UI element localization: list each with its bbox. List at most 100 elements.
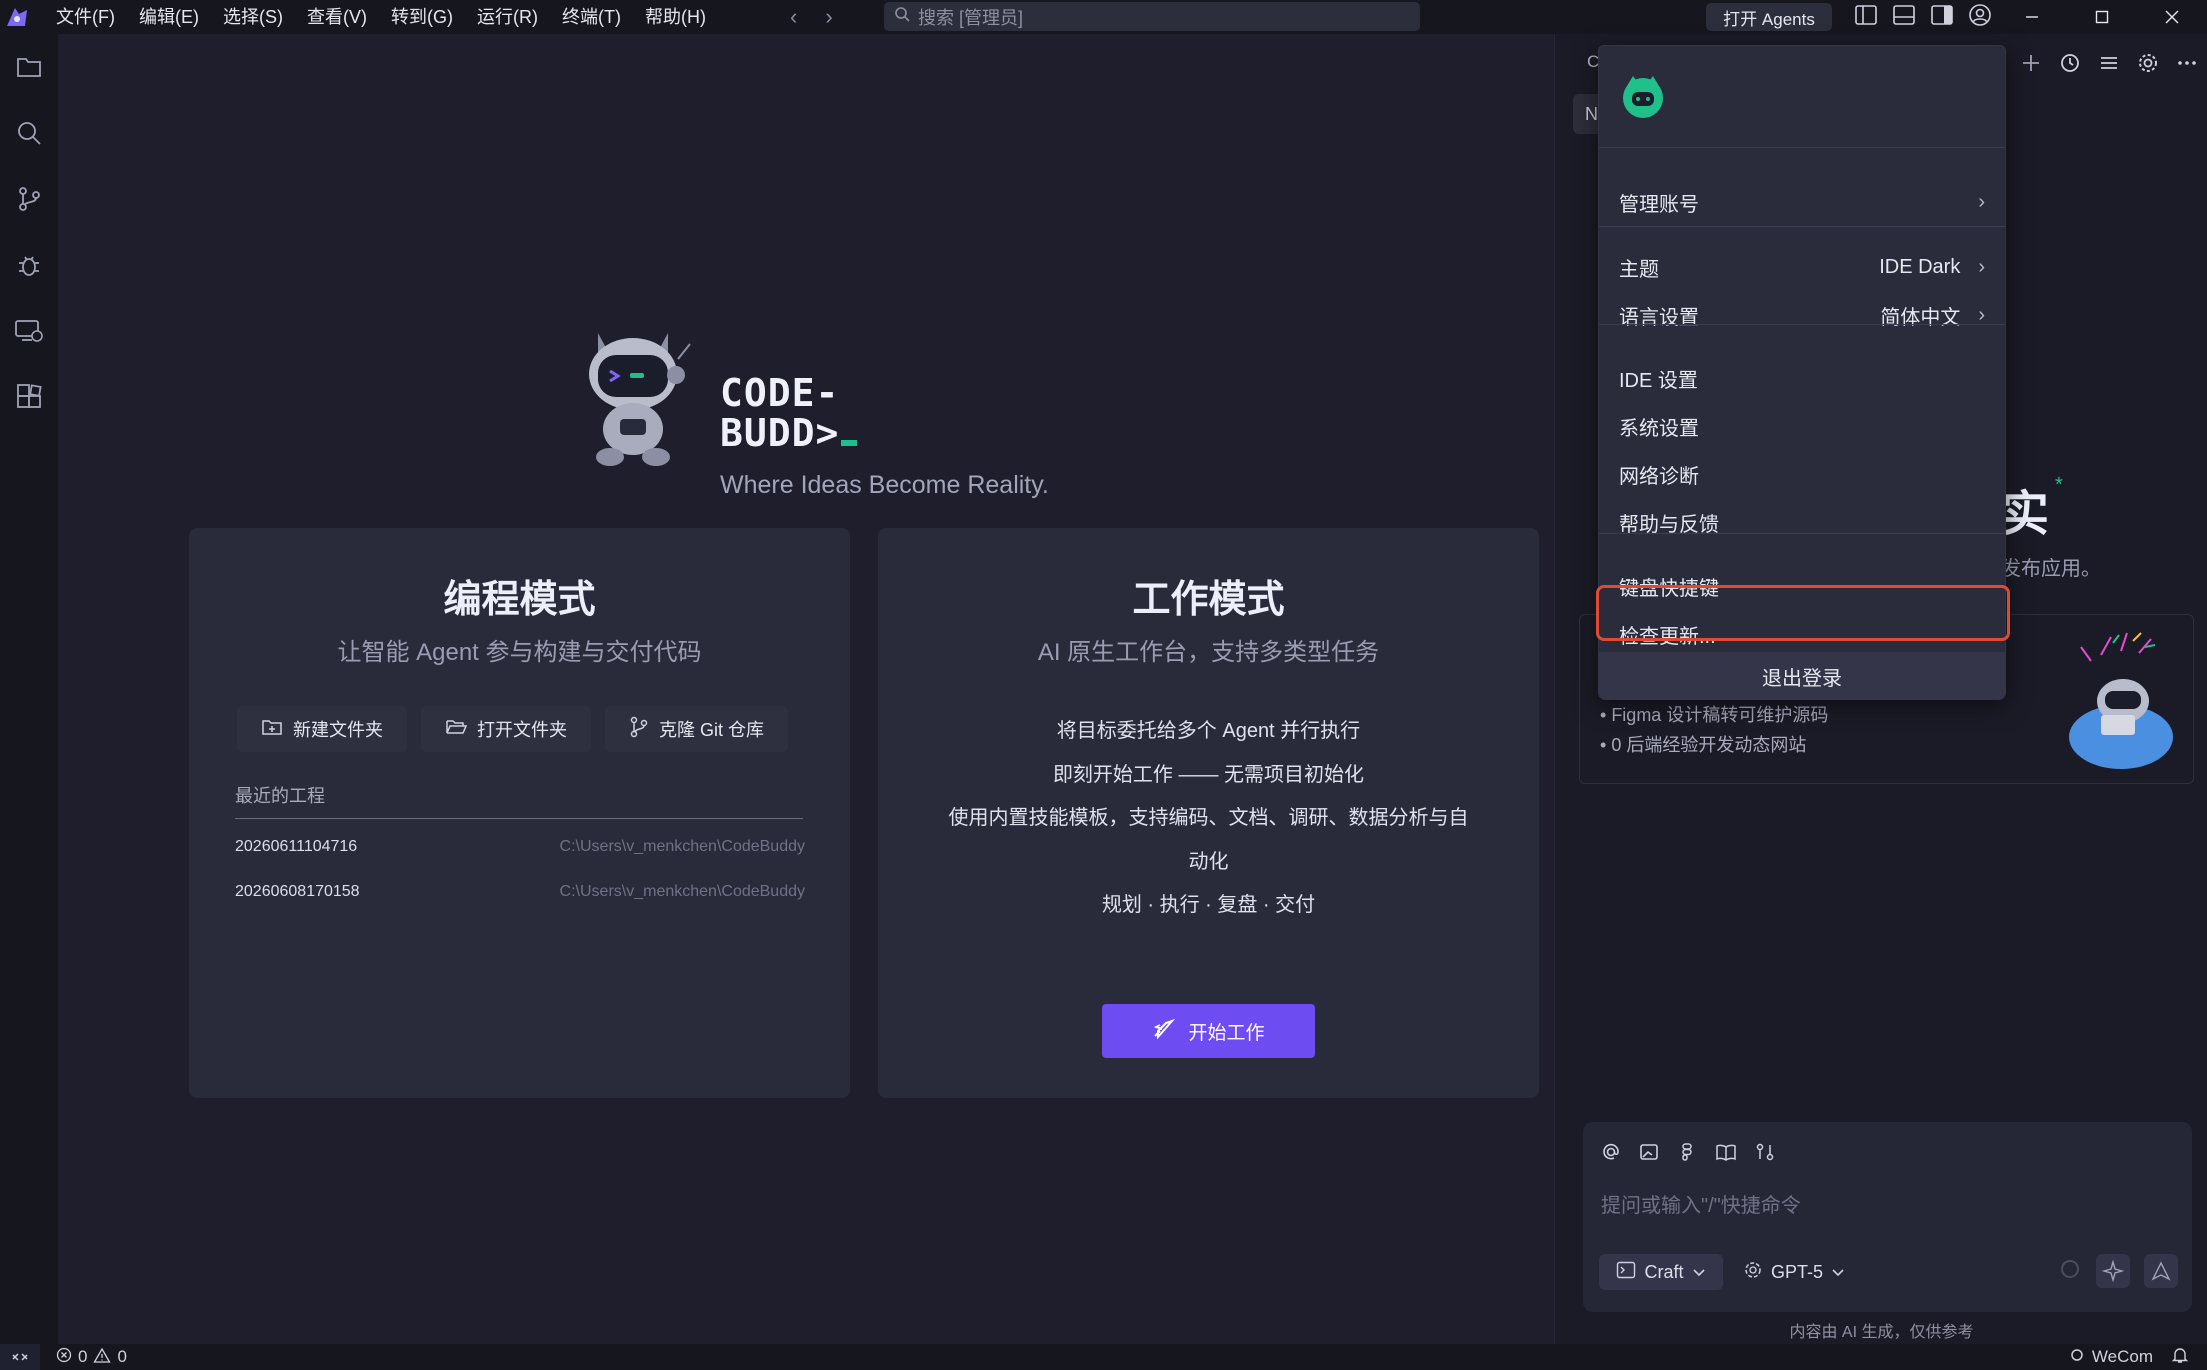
wecom-status[interactable]: WeCom [2070, 1347, 2153, 1367]
chat-composer: Craft GPT-5 [1583, 1122, 2192, 1312]
toggle-right-panel-icon[interactable] [1930, 4, 1954, 31]
work-feature-line: 动化 [1188, 850, 1229, 873]
menu-item-label: 语言设置 [1619, 306, 1699, 329]
promo-bullet-text: 0 后端经验开发动态网站 [1611, 735, 1807, 755]
open-folder-button[interactable]: 打开文件夹 [421, 706, 591, 752]
work-mode-card: 工作模式 AI 原生工作台，支持多类型任务 将目标委托给多个 Agent 并行执… [878, 528, 1539, 1098]
logout-button[interactable]: 退出登录 [1599, 652, 2005, 700]
account-icon[interactable] [1968, 3, 1992, 32]
new-folder-button[interactable]: 新建文件夹 [237, 706, 407, 752]
title-bar: 文件(F) 编辑(E) 选择(S) 查看(V) 转到(G) 运行(R) 终端(T… [0, 0, 2207, 34]
menu-item-manage-account[interactable]: 管理账号 › [1599, 180, 2005, 224]
model-select[interactable]: GPT-5 [1743, 1254, 1845, 1290]
recent-project-path: C:\Users\v_menkchen\CodeBuddy [559, 883, 805, 900]
menu-item-network-diagnostics[interactable]: 网络诊断 [1599, 452, 2005, 496]
command-search-box[interactable]: 搜索 [管理员] [884, 2, 1420, 31]
clone-git-label: 克隆 Git 仓库 [659, 720, 765, 740]
add-icon[interactable] [2020, 52, 2042, 79]
git-branch-icon [629, 716, 649, 743]
menu-edit[interactable]: 编辑(E) [127, 0, 211, 34]
promo-bullet-text: Figma 设计稿转可维护源码 [1611, 705, 1829, 725]
menu-run[interactable]: 运行(R) [465, 0, 550, 34]
forward-arrow-icon[interactable]: › [825, 4, 832, 30]
menu-view[interactable]: 查看(V) [295, 0, 379, 34]
explorer-icon[interactable] [0, 34, 58, 100]
menu-item-ide-settings[interactable]: IDE 设置 [1599, 356, 2005, 400]
work-feature-line: 即刻开始工作 —— 无需项目初始化 [1052, 763, 1365, 786]
maximize-icon[interactable] [2067, 0, 2137, 34]
mention-icon[interactable] [1601, 1142, 1621, 1167]
remote-indicator-icon[interactable] [0, 1344, 40, 1370]
image-icon[interactable] [1639, 1142, 1659, 1167]
menu-separator [1599, 324, 2005, 325]
gear-icon[interactable] [2137, 52, 2159, 79]
send-icon[interactable] [2144, 1254, 2178, 1288]
menu-selection[interactable]: 选择(S) [211, 0, 295, 34]
mode-select[interactable]: Craft [1599, 1254, 1723, 1290]
search-placeholder: 搜索 [管理员] [918, 7, 1024, 28]
status-right: WeCom [2070, 1344, 2189, 1370]
open-agents-button[interactable]: 打开 Agents [1706, 3, 1832, 31]
menu-item-value: 简体中文 [1880, 306, 1961, 329]
layout-toggles [1854, 0, 1992, 34]
error-icon [56, 1347, 72, 1368]
ai-disclaimer: 内容由 AI 生成，仅供参考 [1789, 1324, 1974, 1341]
menu-item-help-feedback[interactable]: 帮助与反馈 [1599, 500, 2005, 544]
menu-item-language[interactable]: 语言设置 简体中文 › [1599, 293, 2005, 337]
robot-mascot-icon [589, 333, 691, 466]
list-icon[interactable] [2098, 52, 2120, 79]
welcome-hero: CODE- BUDD> Where Ideas Become Reality. [568, 319, 1088, 509]
close-icon[interactable] [2137, 0, 2207, 34]
composer-tools [1601, 1142, 1775, 1167]
recent-project-row[interactable]: 20260611104716 C:\Users\v_menkchen\CodeB… [235, 838, 805, 856]
back-arrow-icon[interactable]: ‹ [790, 4, 797, 30]
minimize-icon[interactable] [1997, 0, 2067, 34]
start-work-button[interactable]: 开始工作 [1102, 1004, 1315, 1058]
menu-separator [1599, 147, 2005, 148]
warning-count: 0 [117, 1347, 127, 1366]
menu-item-theme[interactable]: 主题 IDE Dark › [1599, 245, 2005, 289]
chevron-right-icon: › [1978, 255, 1985, 278]
coding-mode-title: 编程模式 [443, 579, 596, 621]
toggle-left-panel-icon[interactable] [1854, 4, 1878, 31]
figma-icon[interactable] [1677, 1142, 1697, 1167]
context-ring-icon[interactable] [2058, 1257, 2082, 1286]
recent-project-row[interactable]: 20260608170158 C:\Users\v_menkchen\CodeB… [235, 883, 805, 901]
start-work-label: 开始工作 [1188, 1022, 1265, 1044]
app-logo-icon[interactable] [0, 0, 34, 34]
extensions-icon[interactable] [0, 364, 58, 430]
activity-bar [0, 34, 58, 1344]
codebuddy-avatar-icon [1623, 76, 1663, 118]
book-icon[interactable] [1715, 1142, 1737, 1167]
error-count: 0 [78, 1347, 88, 1366]
menu-item-label: 系统设置 [1619, 417, 1699, 440]
menu-file[interactable]: 文件(F) [44, 0, 127, 34]
run-debug-icon[interactable] [0, 232, 58, 298]
brand-cursor [841, 440, 858, 446]
menu-terminal[interactable]: 终端(T) [550, 0, 633, 34]
toggle-bottom-panel-icon[interactable] [1892, 4, 1916, 31]
chat-input[interactable] [1601, 1186, 2171, 1226]
menu-go[interactable]: 转到(G) [379, 0, 465, 34]
menu-help[interactable]: 帮助(H) [633, 0, 718, 34]
recent-project-name: 20260608170158 [235, 883, 360, 900]
source-control-icon[interactable] [0, 166, 58, 232]
history-icon[interactable] [2059, 52, 2081, 79]
work-mode-subtitle: AI 原生工作台，支持多类型任务 [1037, 639, 1380, 666]
remote-explorer-icon[interactable] [0, 298, 58, 364]
rules-icon[interactable] [1755, 1142, 1775, 1167]
bell-icon[interactable] [2171, 1346, 2189, 1369]
menu-item-system-settings[interactable]: 系统设置 [1599, 404, 2005, 448]
clone-git-button[interactable]: 克隆 Git 仓库 [605, 706, 789, 752]
open-folder-icon [445, 717, 468, 742]
menu-item-label: 主题 [1619, 258, 1659, 281]
problems-indicator[interactable]: 0 0 [56, 1347, 127, 1368]
search-view-icon[interactable] [0, 100, 58, 166]
search-icon [894, 6, 910, 27]
panel-hero-sparkle: * [2055, 474, 2063, 496]
more-icon[interactable] [2176, 52, 2198, 79]
recent-divider [235, 818, 803, 819]
enhance-sparkle-icon[interactable] [2096, 1254, 2130, 1288]
promo-bullet: • 0 后端经验开发动态网站 [1600, 735, 1807, 755]
panel-hero-subtitle: 发布应用。 [2001, 558, 2101, 580]
